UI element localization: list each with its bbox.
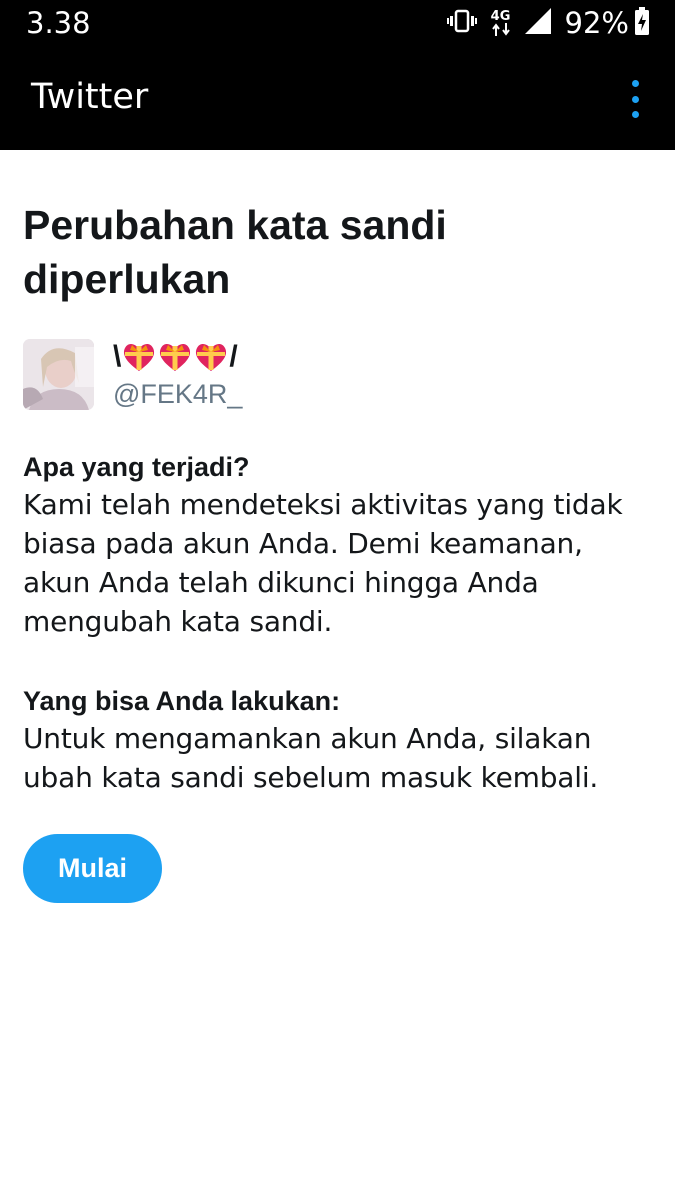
status-icons: 4G 92% [433,6,649,40]
start-button[interactable]: Mulai [23,834,162,903]
gift-heart-icon [196,343,227,371]
gift-heart-icon [160,343,191,371]
page-title: Perubahan kata sandi diperlukan [23,202,447,302]
section-body: Kami telah mendeteksi aktivitas yang tid… [23,488,623,638]
section-heading: Yang bisa Anda lakukan: [23,686,341,716]
display-name-prefix: \ [113,340,122,373]
app-bar: Twitter [0,48,675,150]
profile-card: \ / @FEK4R_ [23,339,653,413]
display-name-suffix: / [229,340,238,373]
network-type-label: 4G [490,9,511,24]
status-bar: 3.38 4G 92% [0,0,675,48]
what-you-can-do-section: Yang bisa Anda lakukan: Untuk mengamanka… [23,683,653,797]
gift-heart-icon [124,343,155,371]
user-handle: @FEK4R_ [113,379,243,409]
vibrate-icon [446,9,477,38]
signal-icon [524,7,551,39]
avatar [23,339,94,410]
display-name: \ / [113,339,238,375]
more-vertical-icon[interactable] [625,80,645,118]
status-time: 3.38 [26,6,91,40]
app-title: Twitter [31,77,149,117]
battery-charging-icon [635,6,649,40]
battery-percent: 92% [564,6,629,40]
section-heading: Apa yang terjadi? [23,452,250,482]
section-body: Untuk mengamankan akun Anda, silakan uba… [23,722,599,794]
main-content: Perubahan kata sandi diperlukan \ / @FEK… [23,150,653,903]
what-happened-section: Apa yang terjadi? Kami telah mendeteksi … [23,449,653,641]
network-4g-icon: 4G [491,10,511,36]
